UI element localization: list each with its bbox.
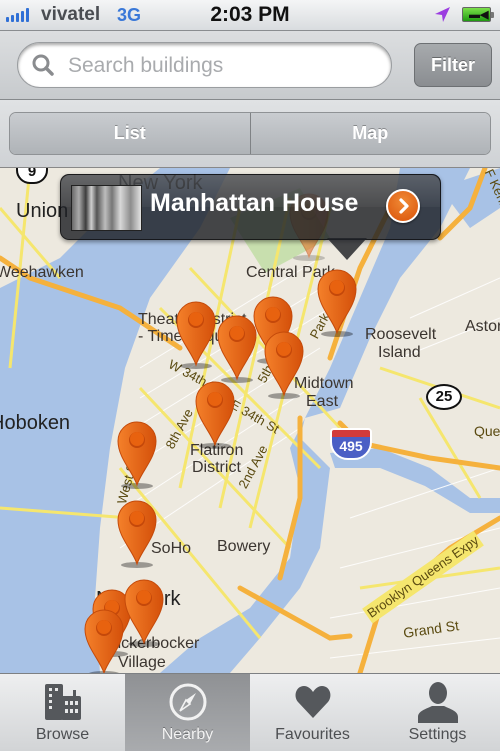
callout-pointer [327, 238, 367, 260]
search-input[interactable] [66, 49, 385, 83]
map-pin[interactable] [116, 499, 158, 568]
label-hoboken: Hoboken [0, 412, 71, 434]
location-arrow-icon [435, 7, 450, 22]
map-view[interactable]: New York Union Weehawken Central Park Th… [0, 168, 500, 673]
map-pin[interactable] [263, 330, 305, 399]
tab-browse[interactable]: Browse [0, 674, 125, 751]
label-astoria: Astoria [465, 318, 500, 335]
map-pin[interactable] [116, 420, 158, 489]
status-bar: vivatel 3G 2:03 PM ▬◀ [0, 0, 500, 31]
map-pin[interactable] [194, 380, 236, 449]
map-pin[interactable] [175, 300, 217, 369]
map-pin[interactable] [83, 608, 125, 673]
view-toggle-bar: List Map [0, 100, 500, 168]
status-time: 2:03 PM [210, 3, 290, 26]
map-view-button[interactable]: Map [249, 113, 490, 154]
search-icon [32, 54, 54, 76]
map-pin[interactable] [123, 578, 165, 647]
search-bar: Filter [0, 31, 500, 100]
heart-icon [291, 682, 335, 722]
tab-label: Favourites [275, 726, 350, 743]
building-thumbnail [71, 185, 142, 231]
tab-label: Nearby [161, 726, 214, 743]
tab-label: Settings [408, 726, 467, 743]
battery-charging-icon: ▬◀ [462, 7, 494, 22]
label-queens: Queens [474, 423, 500, 439]
tab-label: Browse [35, 726, 90, 743]
list-view-button[interactable]: List [10, 113, 250, 154]
label-weehawken: Weehawken [0, 264, 84, 281]
building-callout[interactable]: Manhattan House [60, 174, 441, 260]
tab-settings[interactable]: Settings [375, 674, 500, 751]
tab-bar: Browse Nearby Favourites Settings [0, 673, 500, 751]
view-toggle: List Map [9, 112, 491, 155]
tab-favourites[interactable]: Favourites [250, 674, 375, 751]
callout-title: Manhattan House [150, 189, 359, 217]
map-pin[interactable] [316, 268, 358, 337]
label-flatiron-2: District [192, 459, 241, 476]
label-midtown-2: East [306, 393, 339, 410]
label-bowery: Bowery [217, 538, 271, 555]
label-roosevelt-2: Island [378, 344, 421, 361]
tab-nearby[interactable]: Nearby [125, 674, 250, 751]
callout-detail-button[interactable] [386, 189, 420, 223]
compass-icon [166, 682, 210, 722]
map-pin[interactable] [216, 314, 258, 383]
route-25-shield: 25 [426, 384, 462, 410]
buildings-icon [41, 682, 85, 722]
filter-button[interactable]: Filter [414, 43, 492, 87]
label-roosevelt-1: Roosevelt [365, 326, 437, 343]
search-field[interactable] [17, 42, 392, 88]
interstate-495-shield: 495 [330, 428, 372, 460]
person-icon [416, 682, 460, 723]
chevron-right-icon [399, 198, 409, 214]
